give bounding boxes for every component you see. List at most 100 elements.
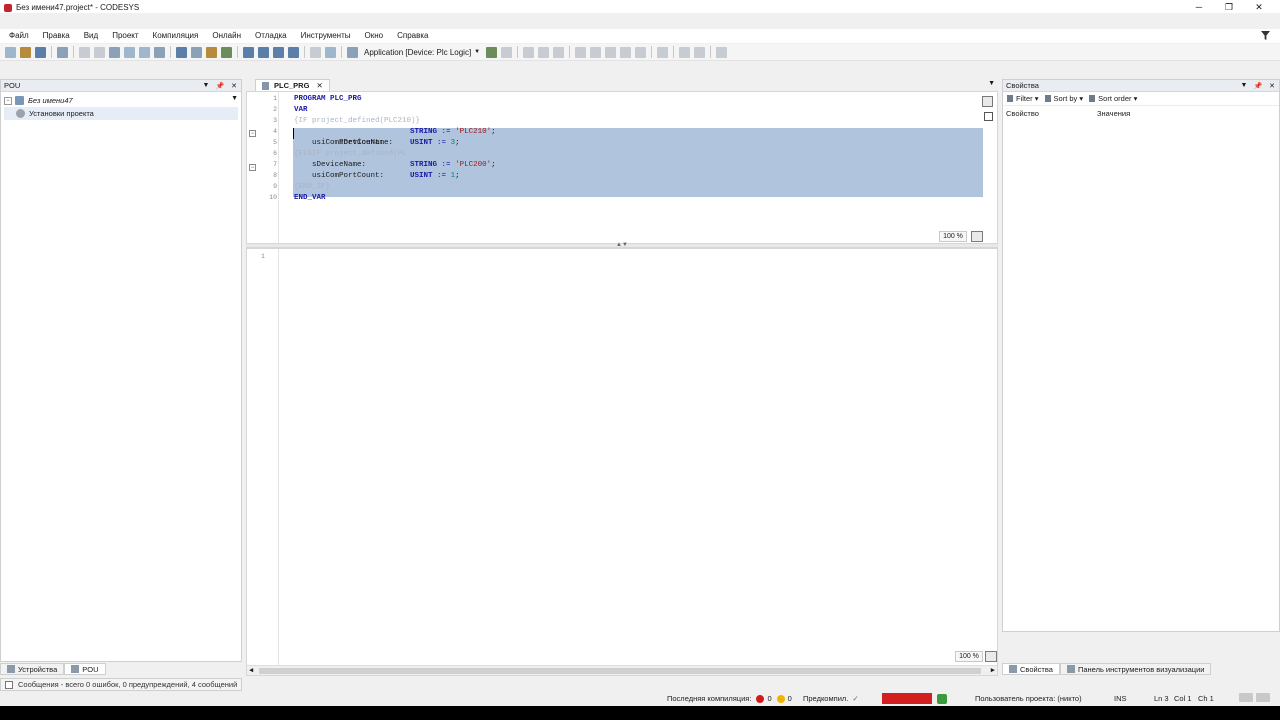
application-icon — [347, 46, 358, 58]
stop-icon[interactable] — [538, 46, 550, 58]
codesys-window: Файл Правка Вид Проект Компиляция Онлайн… — [0, 13, 1280, 706]
tab-label: Панель инструментов визуализации — [1077, 664, 1205, 674]
tab-properties[interactable]: Свойства — [1002, 663, 1060, 675]
tab-pou[interactable]: POU — [64, 663, 106, 675]
zoom-icon[interactable] — [985, 651, 997, 662]
step-out-icon[interactable] — [605, 46, 617, 58]
line-number-gutter: 1 2 3 4 5 6 7 8 9 10 − − — [247, 92, 279, 243]
pou-panel: POU ▼ 📌 ✕ ▼ − Без имени47 Установки прое… — [0, 79, 242, 662]
tab-plc-prg[interactable]: PLC_PRG ✕ — [255, 79, 330, 91]
force-values-icon[interactable] — [694, 46, 706, 58]
generate-code-icon[interactable] — [325, 46, 336, 58]
implementation-editor[interactable]: 1 100 % ◀ ▶ — [246, 248, 998, 676]
sort-by-dropdown[interactable]: Sort by ▾ — [1044, 94, 1083, 103]
panel-menu-icon[interactable]: ▼ — [1237, 82, 1251, 90]
menu-debug[interactable]: Отладка — [248, 29, 294, 43]
run-to-cursor-icon[interactable] — [620, 46, 632, 58]
active-application-select[interactable]: Application [Device: Plc Logic] ▼ — [364, 48, 480, 57]
scroll-right-icon[interactable]: ▶ — [991, 666, 995, 675]
messages-summary: Сообщения - всего 0 ошибок, 0 предупрежд… — [18, 680, 238, 689]
last-compile-status: Последняя компиляция: 0 0 — [667, 694, 792, 703]
write-values-icon[interactable] — [679, 46, 691, 58]
pin-icon[interactable]: 📌 — [213, 82, 227, 90]
menu-project[interactable]: Проект — [105, 29, 145, 43]
delete-icon[interactable] — [154, 46, 165, 58]
tree-item-project[interactable]: − Без имени47 — [4, 94, 238, 107]
menu-online[interactable]: Онлайн — [205, 29, 248, 43]
build-icon[interactable] — [310, 46, 321, 58]
panel-close-icon[interactable]: ✕ — [227, 82, 241, 90]
cut-icon[interactable] — [109, 46, 120, 58]
declaration-editor[interactable]: 1 2 3 4 5 6 7 8 9 10 − − PROGRAM PLC_PRG… — [246, 91, 998, 244]
horizontal-scrollbar[interactable]: ◀ ▶ — [247, 665, 997, 675]
menu-help[interactable]: Справка — [390, 29, 435, 43]
precompile-label: Предкомпил. — [803, 694, 849, 703]
browse-icon[interactable] — [221, 46, 232, 58]
set-next-statement-icon[interactable] — [635, 46, 647, 58]
menu-window[interactable]: Окно — [358, 29, 391, 43]
fold-toggle-icon[interactable]: − — [249, 164, 256, 171]
panel-menu-icon[interactable]: ▼ — [199, 82, 213, 90]
copy-icon[interactable] — [124, 46, 135, 58]
tab-visualization-toolbox[interactable]: Панель инструментов визуализации — [1059, 663, 1212, 675]
line-number-gutter: 1 — [247, 249, 279, 675]
prev-bookmark-icon[interactable] — [273, 46, 284, 58]
menu-tools[interactable]: Инструменты — [294, 29, 358, 43]
new-file-icon[interactable] — [5, 46, 16, 58]
fold-toggle-icon[interactable]: − — [249, 130, 256, 137]
next-bookmark-icon[interactable] — [258, 46, 269, 58]
scrollbar-thumb[interactable] — [259, 668, 981, 674]
clear-bookmarks-icon[interactable] — [288, 46, 299, 58]
paste-icon[interactable] — [139, 46, 150, 58]
find-icon[interactable] — [176, 46, 187, 58]
textual-view-icon[interactable] — [982, 96, 993, 107]
open-folder-icon[interactable] — [20, 46, 31, 58]
tab-list-dropdown-icon[interactable]: ▼ — [988, 80, 995, 87]
code-line: {IF project_defined(PLC210)} — [294, 117, 421, 125]
bookmark-icon[interactable] — [243, 46, 254, 58]
active-application-label: Application [Device: Plc Logic] — [364, 47, 472, 57]
filter-icon[interactable] — [1261, 31, 1270, 40]
menu-build[interactable]: Компиляция — [146, 29, 206, 43]
breakpoint-icon[interactable] — [716, 46, 728, 58]
pou-panel-header: POU ▼ 📌 ✕ — [1, 80, 241, 92]
tab-devices[interactable]: Устройства — [0, 663, 65, 675]
messages-icon — [5, 680, 13, 689]
check-icon: ✓ — [852, 694, 859, 703]
zoom-level[interactable]: 100 % — [955, 651, 983, 662]
tree-item-project-settings[interactable]: Установки проекта — [4, 107, 238, 120]
sort-icon — [1044, 95, 1051, 102]
zoom-level[interactable]: 100 % — [939, 231, 967, 242]
cursor-column: Col 1 — [1174, 694, 1192, 703]
tabular-view-icon[interactable] — [984, 112, 993, 121]
step-over-icon[interactable] — [575, 46, 587, 58]
line-number: 6 — [273, 150, 277, 157]
pin-icon[interactable]: 📌 — [1251, 82, 1265, 90]
menu-view[interactable]: Вид — [77, 29, 105, 43]
find-in-project-icon[interactable] — [206, 46, 217, 58]
redo-icon[interactable] — [94, 46, 105, 58]
start-icon[interactable] — [523, 46, 535, 58]
menu-edit[interactable]: Правка — [36, 29, 77, 43]
scroll-left-icon[interactable]: ◀ — [249, 666, 253, 675]
tree-dropdown-icon[interactable]: ▼ — [231, 95, 238, 102]
print-icon[interactable] — [57, 46, 68, 58]
collapse-icon[interactable]: − — [4, 96, 12, 105]
close-tab-icon[interactable]: ✕ — [316, 81, 322, 90]
menu-file[interactable]: Файл — [0, 29, 36, 43]
panel-close-icon[interactable]: ✕ — [1265, 82, 1279, 90]
step-into-icon[interactable] — [590, 46, 602, 58]
zoom-icon[interactable] — [971, 231, 983, 242]
text-caret — [293, 128, 294, 139]
logout-icon[interactable] — [501, 46, 513, 58]
filter-dropdown[interactable]: Filter ▾ — [1007, 94, 1039, 103]
undo-icon[interactable] — [79, 46, 90, 58]
sort-order-dropdown[interactable]: Sort order ▾ — [1089, 94, 1137, 103]
save-icon[interactable] — [35, 46, 46, 58]
reset-icon[interactable] — [553, 46, 565, 58]
login-icon[interactable] — [486, 46, 498, 58]
error-count: 0 — [767, 694, 772, 703]
replace-icon[interactable] — [191, 46, 202, 58]
messages-tab[interactable]: Сообщения - всего 0 ошибок, 0 предупрежд… — [0, 678, 242, 691]
show-current-statement-icon[interactable] — [657, 46, 669, 58]
